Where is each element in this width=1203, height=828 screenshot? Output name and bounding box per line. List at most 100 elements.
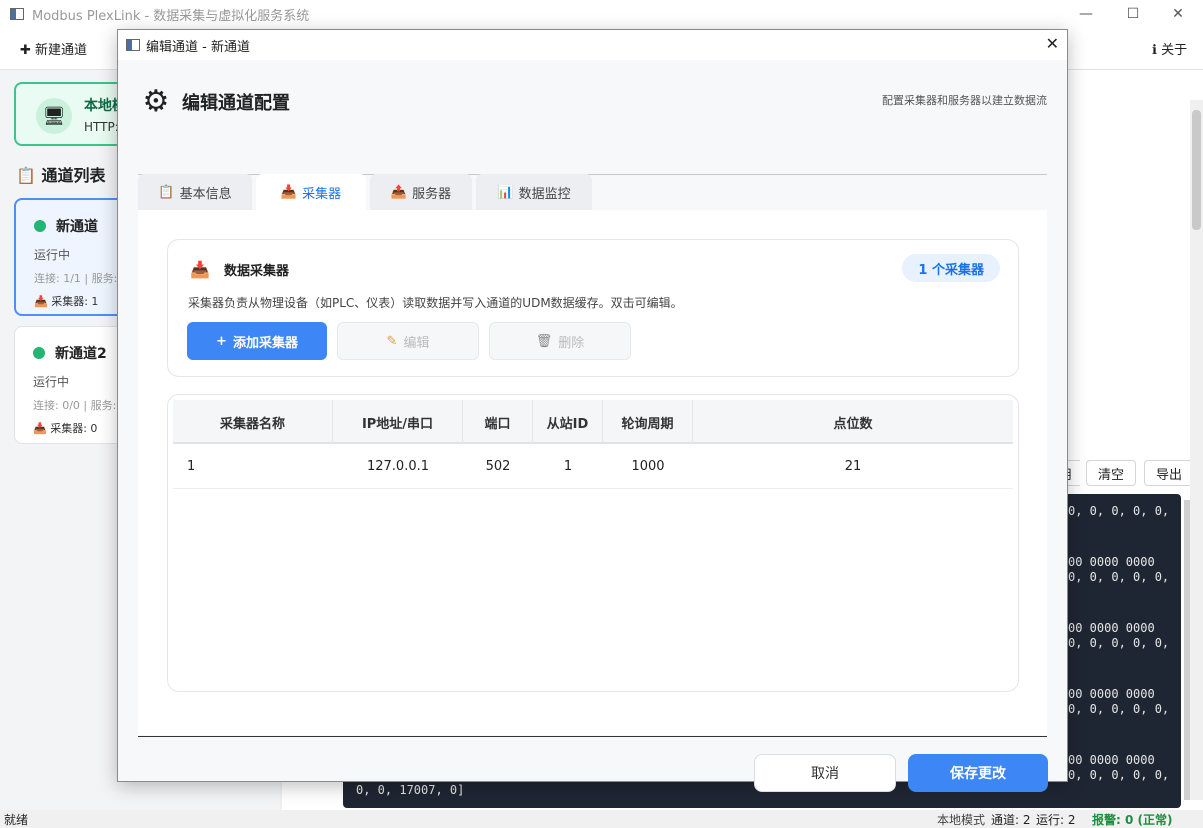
- column-header[interactable]: 从站ID: [533, 400, 603, 444]
- edit-label: 编辑: [403, 335, 430, 351]
- panel-title: 数据采集器: [224, 264, 290, 279]
- host-subtitle: HTTP:: [84, 120, 119, 134]
- channel-collectors: 📥 采集器: 1: [34, 293, 98, 309]
- server-icon: 📤: [390, 184, 408, 200]
- log-line: 0, 0, 0, 0, 0,: [1068, 636, 1170, 650]
- tab-basic-info[interactable]: 📋 基本信息: [138, 174, 252, 210]
- cancel-button[interactable]: 取消: [754, 754, 896, 792]
- tab-data-monitor[interactable]: 📊 数据监控: [476, 174, 592, 210]
- delete-label: 删除: [558, 335, 585, 351]
- log-line: 0, 0, 0, 0, 0,: [1068, 570, 1170, 584]
- tab-label: 采集器: [302, 186, 342, 202]
- channel-collectors: 📥 采集器: 0: [33, 420, 97, 436]
- delete-collector-button[interactable]: 🗑 删除: [489, 322, 631, 360]
- dialog-titlebar: 编辑通道 - 新通道 ✕: [118, 30, 1067, 60]
- running-status-dot: [33, 347, 45, 359]
- cell-poll-period: 1000: [631, 459, 665, 474]
- collector-count-badge: 1 个采集器: [902, 254, 1000, 282]
- trash-icon: 🗑: [535, 333, 553, 349]
- status-mode: 本地模式: [937, 813, 986, 827]
- dialog-description: 配置采集器和服务器以建立数据流: [882, 94, 1047, 107]
- status-channels: 通道: 2: [991, 813, 1031, 827]
- app-titlebar: Modbus PlexLink - 数据采集与虚拟化服务系统 — ☐ ✕: [0, 0, 1203, 28]
- table-header: 采集器名称 IP地址/串口 端口 从站ID 轮询周期 点位数: [173, 400, 1013, 444]
- collector-count: 采集器: 0: [50, 422, 98, 435]
- edit-collector-button[interactable]: ✎ 编辑: [337, 322, 479, 360]
- add-collector-label: 添加采集器: [232, 335, 298, 351]
- edit-channel-dialog: 编辑通道 - 新通道 ✕ ⚙ 编辑通道配置 配置采集器和服务器以建立数据流 📋 …: [117, 29, 1068, 792]
- about-label: 关于: [1161, 43, 1188, 58]
- log-line: 0, 0, 0, 0, 0,: [1068, 768, 1170, 782]
- dialog-app-icon: [126, 39, 140, 51]
- cell-port: 502: [485, 459, 511, 474]
- minimize-button[interactable]: —: [1063, 0, 1109, 28]
- main-scrollbar[interactable]: [1190, 100, 1203, 800]
- plus-icon: ✚: [20, 43, 31, 58]
- panel-description: 采集器负责从物理设备（如PLC、仪表）读取数据并写入通道的UDM数据缓存。双击可…: [188, 296, 683, 310]
- log-line: 00 0000 0000: [1068, 621, 1155, 635]
- channel-card[interactable]: 新通道 运行中 连接: 1/1 | 服务: 0 📥 采集器: 1: [14, 198, 134, 316]
- host-card[interactable]: 🖥 本地模 HTTP:: [14, 82, 134, 146]
- channel-stats: 连接: 1/1 | 服务: 0: [34, 272, 128, 285]
- tab-servers[interactable]: 📤 服务器: [370, 174, 472, 210]
- cell-name: 1: [187, 459, 196, 474]
- channel-stats: 连接: 0/0 | 服务: 0: [33, 399, 127, 412]
- clipboard-icon: 📋: [158, 184, 175, 200]
- collector-icon: 📥: [190, 260, 210, 279]
- add-collector-button[interactable]: + 添加采集器: [187, 322, 327, 360]
- log-line: 00 0000 0000: [1068, 753, 1155, 767]
- status-running: 运行: 2: [1036, 813, 1076, 827]
- cell-slave-id: 1: [563, 459, 573, 474]
- tab-label: 基本信息: [179, 186, 232, 202]
- cell-address: 127.0.0.1: [366, 459, 430, 474]
- chart-icon: 📊: [497, 184, 514, 200]
- new-channel-label: 新建通道: [35, 43, 88, 58]
- dialog-body: ⚙ 编辑通道配置 配置采集器和服务器以建立数据流 📋 基本信息 📥 采集器 📤 …: [118, 60, 1067, 792]
- new-channel-button[interactable]: ✚ 新建通道: [20, 39, 87, 58]
- pencil-icon: ✎: [386, 333, 398, 349]
- dialog-heading: 编辑通道配置: [182, 93, 290, 114]
- column-header[interactable]: 采集器名称: [173, 400, 333, 444]
- log-line: 00 0000 0000: [1068, 687, 1155, 701]
- save-button[interactable]: 保存更改: [908, 754, 1048, 792]
- column-header[interactable]: IP地址/串口: [333, 400, 463, 444]
- tab-collectors[interactable]: 📥 采集器: [256, 174, 366, 210]
- channel-name: 新通道: [56, 219, 98, 235]
- dialog-title: 编辑通道 - 新通道: [146, 39, 250, 55]
- footer-divider: [138, 736, 1047, 737]
- log-line: 0, 0, 0, 0, 0,: [1068, 702, 1170, 716]
- dialog-close-icon[interactable]: ✕: [1046, 34, 1059, 53]
- column-header[interactable]: 端口: [463, 400, 533, 444]
- collector-icon: 📥: [34, 295, 48, 308]
- channel-list-label: 通道列表: [41, 166, 106, 185]
- about-button[interactable]: ℹ 关于: [1152, 39, 1187, 58]
- main-scroll-thumb[interactable]: [1192, 110, 1201, 230]
- status-alarms: 报警: 0 (正常): [1092, 813, 1173, 827]
- app-title: Modbus PlexLink - 数据采集与虚拟化服务系统: [32, 8, 310, 24]
- channel-status: 运行中: [33, 375, 70, 389]
- tab-label: 数据监控: [518, 186, 571, 202]
- close-window-button[interactable]: ✕: [1155, 0, 1201, 28]
- collector-table: 采集器名称 IP地址/串口 端口 从站ID 轮询周期 点位数 1 127.0.0…: [167, 394, 1019, 692]
- table-row[interactable]: 1 127.0.0.1 502 1 1000 21: [173, 444, 1013, 489]
- status-ready: 就绪: [4, 813, 29, 827]
- log-export-button[interactable]: 导出: [1144, 460, 1194, 486]
- log-line: 00 0000 0000: [1068, 555, 1155, 569]
- collector-count: 采集器: 1: [51, 295, 99, 308]
- tab-label: 服务器: [412, 186, 452, 202]
- log-clear-button[interactable]: 清空: [1086, 460, 1136, 486]
- monitor-icon: 🖥: [36, 98, 72, 134]
- clipboard-icon: 📋: [16, 166, 36, 185]
- app-icon: [10, 8, 24, 20]
- column-header[interactable]: 轮询周期: [603, 400, 693, 444]
- channel-name: 新通道2: [55, 346, 107, 362]
- log-line: 0, 0, 0, 0, 0,: [1068, 504, 1170, 518]
- collector-icon: 📥: [280, 184, 298, 200]
- column-header[interactable]: 点位数: [693, 400, 1013, 444]
- channel-card[interactable]: 新通道2 运行中 连接: 0/0 | 服务: 0 📥 采集器: 0: [14, 326, 134, 444]
- info-icon: ℹ: [1152, 43, 1157, 58]
- running-status-dot: [34, 220, 46, 232]
- maximize-button[interactable]: ☐: [1110, 0, 1156, 28]
- plus-icon: +: [216, 333, 227, 349]
- collectors-tab-content: 📥 数据采集器 1 个采集器 采集器负责从物理设备（如PLC、仪表）读取数据并写…: [138, 210, 1047, 735]
